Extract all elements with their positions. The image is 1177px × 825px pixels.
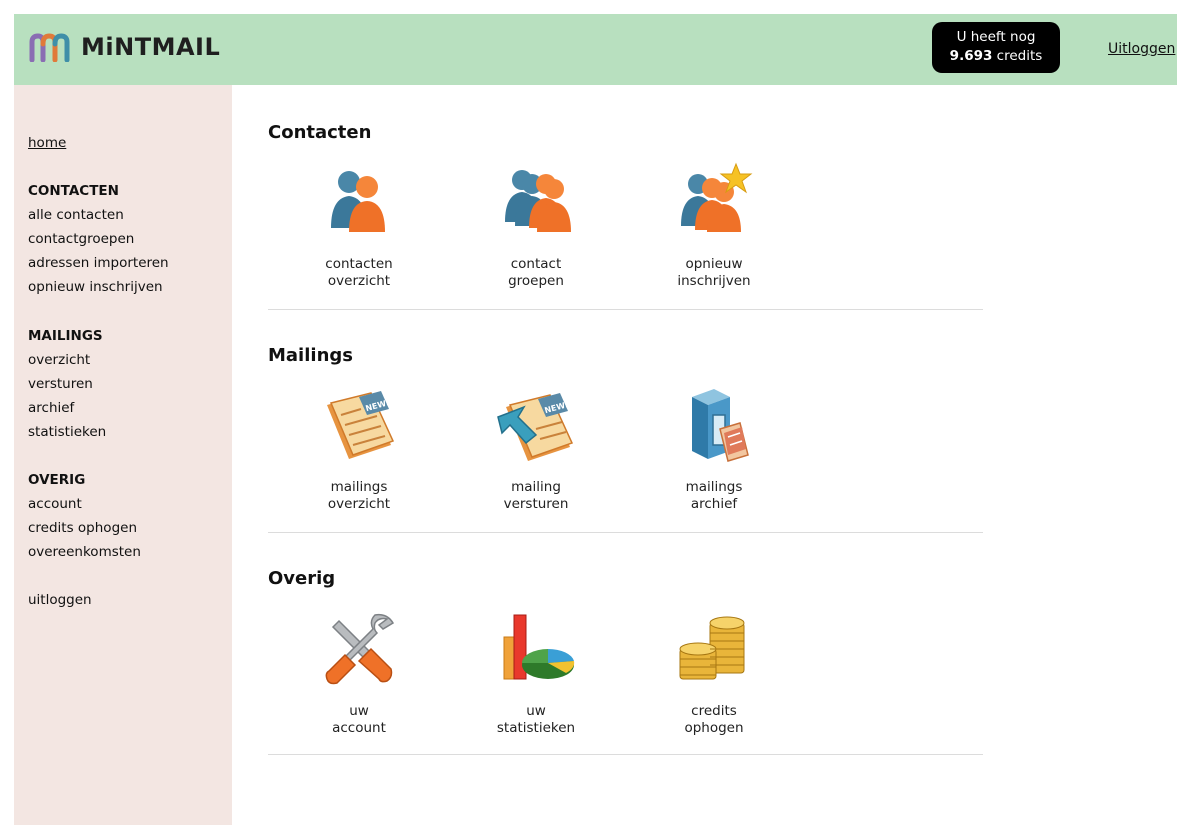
sidebar-item-statistieken[interactable]: statistieken — [28, 424, 106, 440]
tile-contact-groepen[interactable]: contact groepen — [476, 162, 596, 290]
tile-label-line1: uw — [526, 703, 546, 719]
tile-label-line1: mailing — [511, 479, 561, 495]
tile-label-line2: statistieken — [496, 720, 576, 736]
tile-label-line2: overzicht — [327, 496, 391, 512]
archive-cabinet-icon — [692, 389, 749, 462]
sidebar-item-overzicht[interactable]: overzicht — [28, 352, 90, 368]
tile-label-line2: ophogen — [684, 720, 744, 736]
top-bar: MiNTMAIL U heeft nog 9.693 credits Uitlo… — [14, 14, 1177, 85]
sidebar-heading-mailings: MAILINGS — [28, 328, 103, 344]
tile-mailings-overzicht[interactable]: NEWS mailings overzicht — [299, 385, 419, 513]
sidebar-item-credits-ophogen[interactable]: credits ophogen — [28, 520, 137, 536]
contacts-icon — [331, 171, 385, 232]
tile-label-line1: mailings — [685, 479, 743, 495]
tile-label-line1: mailings — [330, 479, 388, 495]
tile-label-line2: archief — [690, 496, 738, 512]
sidebar-item-opnieuw-inschrijven[interactable]: opnieuw inschrijven — [28, 279, 163, 295]
tile-mailings-archief[interactable]: mailings archief — [654, 385, 774, 513]
tile-credits-ophogen[interactable]: credits ophogen — [654, 609, 774, 737]
sidebar-item-uitloggen[interactable]: uitloggen — [28, 592, 92, 608]
statistics-chart-icon — [503, 614, 575, 680]
credits-label: U heeft nog — [956, 29, 1036, 45]
sidebar-heading-contacten: CONTACTEN — [28, 183, 119, 199]
sidebar-item-overeenkomsten[interactable]: overeenkomsten — [28, 544, 141, 560]
app-frame: MiNTMAIL U heeft nog 9.693 credits Uitlo… — [14, 14, 1177, 825]
credits-unit: credits — [996, 48, 1043, 64]
section-title-contacten: Contacten — [268, 122, 372, 143]
sidebar-item-account[interactable]: account — [28, 496, 82, 512]
sidebar-item-versturen[interactable]: versturen — [28, 376, 93, 392]
section-title-mailings: Mailings — [268, 345, 353, 366]
main-content: Contacten contacten overzicht contact gr… — [268, 85, 984, 825]
sidebar-item-archief[interactable]: archief — [28, 400, 74, 416]
send-newspaper-icon: NEWS — [497, 393, 574, 461]
tile-uw-statistieken[interactable]: uw statistieken — [476, 609, 596, 737]
sidebar-item-contactgroepen[interactable]: contactgroepen — [28, 231, 134, 247]
credits-value: 9.693 credits — [932, 47, 1060, 66]
credits-badge: U heeft nog 9.693 credits — [932, 22, 1060, 73]
tile-label-line1: contacten — [325, 256, 393, 272]
tile-label-line1: uw — [349, 703, 369, 719]
tile-label-line2: groepen — [508, 273, 564, 289]
logout-link[interactable]: Uitloggen — [1108, 41, 1175, 57]
tile-label-line1: opnieuw — [685, 256, 743, 272]
tile-label-line2: versturen — [503, 496, 569, 512]
brand-name: MiNTMAIL — [81, 33, 221, 61]
section-divider — [268, 309, 983, 310]
sidebar: home CONTACTEN alle contacten contactgro… — [14, 85, 232, 825]
mintmail-logo-icon — [29, 33, 70, 62]
contact-groups-icon — [505, 170, 571, 232]
sidebar-heading-overig: OVERIG — [28, 472, 86, 488]
credits-amount: 9.693 — [949, 48, 993, 64]
newspaper-icon: NEWS — [327, 391, 395, 459]
tile-opnieuw-inschrijven[interactable]: opnieuw inschrijven — [654, 162, 774, 290]
coins-icon — [679, 616, 745, 680]
resubscribe-icon — [681, 162, 753, 232]
tile-contacten-overzicht[interactable]: contacten overzicht — [299, 162, 419, 290]
sidebar-item-alle-contacten[interactable]: alle contacten — [28, 207, 124, 223]
section-divider — [268, 754, 983, 755]
tools-icon — [325, 613, 395, 685]
sidebar-item-home[interactable]: home — [28, 135, 66, 151]
tile-label-line1: credits — [691, 703, 737, 719]
logo[interactable]: MiNTMAIL — [29, 32, 220, 62]
tile-label-line2: inschrijven — [677, 273, 751, 289]
tile-mailing-versturen[interactable]: NEWS mailing versturen — [476, 385, 596, 513]
sidebar-item-adressen-importeren[interactable]: adressen importeren — [28, 255, 169, 271]
tile-label-line1: contact — [510, 256, 562, 272]
tile-label-line2: account — [332, 720, 386, 736]
tile-uw-account[interactable]: uw account — [299, 609, 419, 737]
section-divider — [268, 532, 983, 533]
tile-label-line2: overzicht — [327, 273, 391, 289]
section-title-overig: Overig — [268, 568, 336, 589]
